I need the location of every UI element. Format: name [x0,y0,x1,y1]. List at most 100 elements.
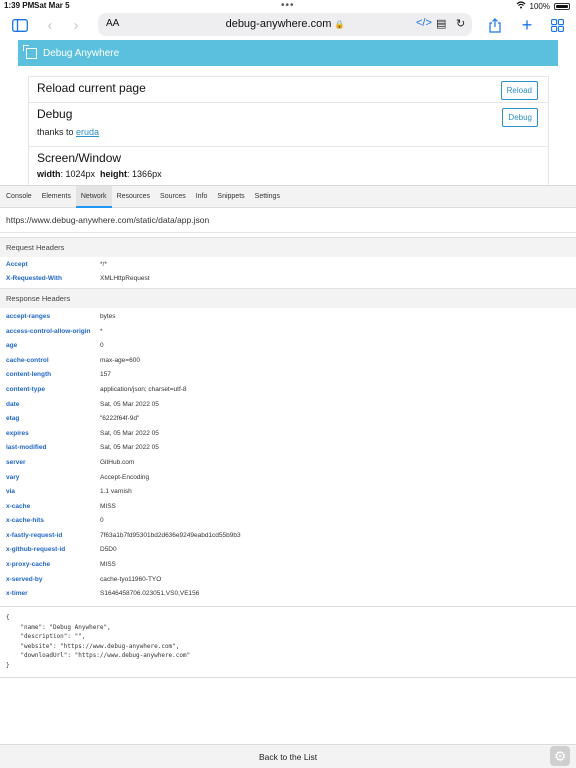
tab-console[interactable]: Console [1,186,37,208]
wifi-icon [516,1,526,11]
header-row: date Sat, 05 Mar 2022 05 [0,397,576,412]
card-title: Debug [37,107,73,121]
debug-button[interactable]: Debug [502,108,538,127]
address-bar[interactable]: AA debug-anywhere.com 🔒 </> ▤ ↻ [98,13,472,36]
header-key: accept-ranges [6,312,51,320]
header-value: max-age=600 [100,356,140,364]
status-bar: 1:39 PM Sat Mar 5 ••• 100% [0,0,576,12]
header-key: vary [6,473,20,481]
header-key: x-fastly-request-id [6,531,63,539]
tab-info[interactable]: Info [191,186,213,208]
screen-window-card: Screen/Window width: 1024px height: 1366… [28,146,549,186]
header-key: x-served-by [6,575,43,583]
header-key: x-cache [6,502,31,510]
app-logo-icon [23,44,37,59]
multitasking-dots-icon[interactable]: ••• [281,0,295,11]
devtools-panel: Console Elements Network Resources Sources In… [0,185,576,768]
status-right: 100% [516,1,570,11]
header-value: */* [100,260,107,268]
header-value: MISS [100,561,116,569]
header-row: x-fastly-request-id 7f63a1b7fd95301bd2d63… [0,528,576,543]
gear-icon[interactable]: ⚙ [550,746,570,766]
header-value: 1.1 varnish [100,488,132,496]
request-url: https://www.debug-anywhere.com/static/da… [0,208,576,233]
header-value: 0 [100,342,104,350]
response-body: { "name": "Debug Anywhere", "description… [0,606,576,678]
header-row: x-cache MISS [0,499,576,514]
header-row: etag "6222f64f-9d" [0,411,576,426]
code-icon[interactable]: </> [416,17,432,29]
header-value: 0 [100,517,104,525]
header-row: content-type application/json; charset=ut… [0,382,576,397]
header-row: access-control-allow-origin * [0,324,576,339]
tab-elements[interactable]: Elements [37,186,76,208]
header-value: Sat, 05 Mar 2022 05 [100,429,159,437]
header-value: 157 [100,371,111,379]
header-row: x-cache-hits 0 [0,514,576,529]
tab-network[interactable]: Network [75,185,112,208]
request-headers-list: Accept */* X-Requested-With XMLHttpRequest [0,257,576,286]
tabs-overview-icon[interactable] [548,15,566,35]
header-row: vary Accept-Encoding [0,470,576,485]
tab-resources[interactable]: Resources [112,186,155,208]
header-key: content-length [6,371,52,379]
header-key: access-control-allow-origin [6,327,91,335]
header-row: x-served-by cache-tyo11960-TYO [0,572,576,587]
header-row: Accept */* [0,257,576,272]
header-row: x-github-request-id D5D0 [0,543,576,558]
header-key: cache-control [6,356,49,364]
header-key: date [6,400,20,408]
header-key: x-timer [6,590,28,598]
reader-icon[interactable]: ▤ [436,17,446,30]
header-value: application/json; charset=utf-8 [100,385,187,393]
battery-icon [554,2,570,10]
header-row: server GitHub.com [0,455,576,470]
header-row: age 0 [0,338,576,353]
status-time: 1:39 PM [4,1,35,10]
reload-icon[interactable]: ↻ [456,17,465,30]
header-key: content-type [6,385,45,393]
response-headers-title: Response Headers [0,288,576,309]
new-tab-icon[interactable]: + [518,15,536,35]
tab-sources[interactable]: Sources [155,186,191,208]
page-header: Debug Anywhere [18,40,558,66]
forward-icon[interactable]: › [68,15,84,35]
header-value: D5D0 [100,546,117,554]
page-title: Debug Anywhere [43,47,120,59]
tab-snippets[interactable]: Snippets [212,186,249,208]
header-key: last-modified [6,444,47,452]
header-key: etag [6,415,20,423]
header-row: x-proxy-cache MISS [0,557,576,572]
header-row: via 1.1 varnish [0,484,576,499]
back-to-list-button[interactable]: Back to the List [0,744,576,768]
card-title: Reload current page [37,81,146,95]
header-value: MISS [100,502,116,510]
header-key: X-Requested-With [6,275,62,283]
sidebar-icon[interactable] [10,15,30,35]
header-key: x-github-request-id [6,546,66,554]
browser-toolbar: ‹ › AA debug-anywhere.com 🔒 </> ▤ ↻ + [0,12,576,38]
header-row: cache-control max-age=600 [0,353,576,368]
header-row: expires Sat, 05 Mar 2022 05 [0,426,576,441]
header-key: via [6,488,16,496]
lock-icon: 🔒 [334,20,345,29]
header-key: Accept [6,260,28,268]
back-icon[interactable]: ‹ [42,15,58,35]
share-icon[interactable] [486,15,504,35]
reload-card: Reload current page Reload [28,76,549,102]
header-value: Accept-Encoding [100,473,150,481]
header-value: GitHub.com [100,458,135,466]
card-title: Screen/Window [37,151,122,165]
tab-settings[interactable]: Settings [250,186,285,208]
reload-button[interactable]: Reload [500,81,538,100]
header-value: 7f63a1b7fd95301bd2d636e9249eabd1cd55b9b3 [100,531,241,539]
debug-card: Debug Debug thanks to eruda [28,102,549,146]
header-value: S1646458706.023051,VS0,VE156 [100,590,200,598]
devtools-tabs: Console Elements Network Resources Sources In… [0,185,576,208]
eruda-link[interactable]: eruda [76,127,99,137]
header-value: "6222f64f-9d" [100,415,140,423]
header-value: bytes [100,312,116,320]
header-key: x-cache-hits [6,517,44,525]
header-value: cache-tyo11960-TYO [100,575,162,583]
header-key: server [6,458,26,466]
